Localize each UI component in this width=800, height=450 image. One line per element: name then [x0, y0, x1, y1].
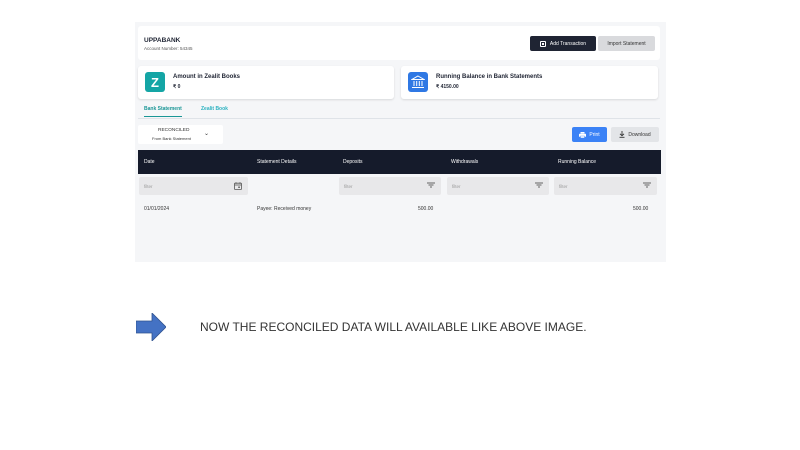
- reconciled-dropdown[interactable]: RECONCILED From Bank Statement ⌄: [138, 125, 223, 144]
- statement-tabs: Bank Statement Zealit Book: [138, 103, 660, 119]
- tab-zealit-book[interactable]: Zealit Book: [201, 106, 228, 112]
- filter-row: filter filter filter filter: [138, 175, 661, 197]
- row-details: Payee: Received money: [257, 206, 312, 212]
- column-header-details[interactable]: Statement Details: [257, 159, 296, 165]
- bank-balance-value: ₹ 4150.00: [436, 84, 459, 90]
- filter-placeholder: filter: [144, 184, 153, 189]
- filter-placeholder: filter: [559, 184, 568, 189]
- books-amount-title: Amount in Zealit Books: [173, 74, 241, 80]
- row-deposits: 500.00: [418, 206, 434, 212]
- table-header: Date Statement Details Deposits Withdraw…: [138, 150, 661, 174]
- column-header-running-balance[interactable]: Running Balance: [558, 159, 596, 165]
- filter-icon[interactable]: [535, 182, 543, 190]
- wallet-icon: [539, 40, 546, 47]
- bank-balance-title: Running Balance in Bank Statements: [436, 74, 543, 80]
- withdrawals-filter-input[interactable]: filter: [447, 177, 549, 195]
- bank-name: UPPABANK: [144, 37, 181, 44]
- balance-filter-input[interactable]: filter: [554, 177, 657, 195]
- import-statement-button[interactable]: Import Statement: [598, 36, 655, 51]
- print-button[interactable]: Print: [572, 127, 607, 142]
- download-button[interactable]: Download: [611, 127, 659, 142]
- deposits-filter-input[interactable]: filter: [339, 177, 441, 195]
- books-amount-card: Z Amount in Zealit Books ₹ 0: [138, 66, 394, 99]
- print-label: Print: [589, 131, 600, 138]
- app-screenshot: UPPABANK Account Number: 54345 Add Trans…: [135, 22, 666, 262]
- download-icon: [619, 131, 625, 138]
- calendar-icon[interactable]: [234, 182, 242, 192]
- tab-bank-statement[interactable]: Bank Statement: [144, 106, 182, 117]
- account-number: Account Number: 54345: [144, 46, 193, 51]
- zealit-logo-icon: Z: [145, 72, 165, 92]
- right-arrow-icon: [136, 313, 166, 341]
- filter-placeholder: filter: [344, 184, 353, 189]
- caption-text: NOW THE RECONCILED DATA WILL AVAILABLE L…: [200, 320, 587, 334]
- row-balance: 500.00: [633, 206, 649, 212]
- filter-placeholder: filter: [452, 184, 461, 189]
- filter-icon[interactable]: [427, 182, 435, 190]
- bank-balance-card: Running Balance in Bank Statements ₹ 415…: [401, 66, 658, 99]
- books-amount-value: ₹ 0: [173, 84, 181, 90]
- column-header-withdrawals[interactable]: Withdrawals: [451, 159, 478, 165]
- bank-icon: [408, 72, 428, 92]
- filter-icon[interactable]: [643, 182, 651, 190]
- add-transaction-label: Add Transaction: [549, 40, 587, 47]
- column-header-deposits[interactable]: Deposits: [343, 159, 362, 165]
- reconciled-subtitle: From Bank Statement: [152, 136, 191, 141]
- reconciled-selected: RECONCILED: [158, 128, 190, 133]
- printer-icon: [579, 131, 587, 138]
- account-header: UPPABANK Account Number: 54345 Add Trans…: [138, 26, 660, 60]
- column-header-date[interactable]: Date: [144, 159, 155, 165]
- chevron-down-icon: ⌄: [204, 131, 210, 137]
- download-label: Download: [628, 131, 651, 138]
- row-date: 01/01/2024: [144, 206, 170, 212]
- add-transaction-button[interactable]: Add Transaction: [530, 36, 596, 51]
- date-filter-input[interactable]: filter: [139, 177, 248, 195]
